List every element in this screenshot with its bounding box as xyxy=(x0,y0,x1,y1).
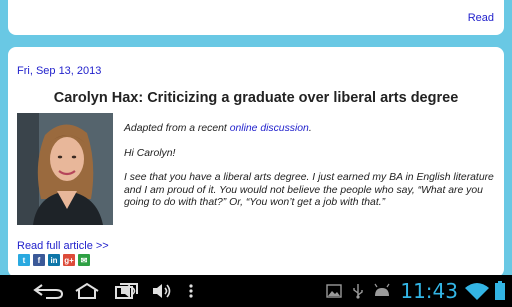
author-photo xyxy=(17,113,113,225)
volume-down-icon xyxy=(121,284,136,298)
article-excerpt: Adapted from a recent online discussion.… xyxy=(124,123,500,222)
intro-prefix: Adapted from a recent xyxy=(124,123,230,134)
read-link[interactable]: Read xyxy=(468,12,494,24)
online-discussion-link[interactable]: online discussion xyxy=(230,123,309,134)
intro-paragraph: Adapted from a recent online discussion. xyxy=(124,123,500,136)
back-icon xyxy=(33,284,64,299)
greeting: Hi Carolyn! xyxy=(124,147,176,159)
volume-up-button[interactable] xyxy=(150,282,174,305)
facebook-icon[interactable]: f xyxy=(33,254,45,266)
battery-icon xyxy=(495,281,505,300)
google-plus-icon[interactable]: g+ xyxy=(63,254,75,266)
volume-up-icon xyxy=(153,284,171,298)
status-area[interactable]: 11:43 xyxy=(326,275,506,307)
intro-suffix: . xyxy=(308,123,312,134)
status-clock: 11:43 xyxy=(400,279,458,303)
wifi-icon xyxy=(465,283,489,300)
system-navigation-bar: 11:43 xyxy=(0,275,512,307)
home-button[interactable] xyxy=(72,282,102,305)
gallery-notification-icon xyxy=(326,284,343,298)
menu-button[interactable] xyxy=(186,282,196,305)
previous-article-card: Read xyxy=(8,0,504,35)
article-card: Fri, Sep 13, 2013 Carolyn Hax: Criticizi… xyxy=(8,47,504,277)
article-date: Fri, Sep 13, 2013 xyxy=(17,65,102,77)
article-headline[interactable]: Carolyn Hax: Criticizing a graduate over… xyxy=(8,90,504,106)
linkedin-icon[interactable]: in xyxy=(48,254,60,266)
home-icon xyxy=(75,282,99,299)
email-icon[interactable]: ✉ xyxy=(78,254,90,266)
android-debug-icon xyxy=(374,283,390,296)
share-bar: t f in g+ ✉ xyxy=(18,254,90,266)
volume-down-visual[interactable] xyxy=(118,282,140,305)
body-paragraph: I see that you have a liberal arts degre… xyxy=(124,172,494,209)
usb-icon xyxy=(353,284,364,299)
twitter-icon[interactable]: t xyxy=(18,254,30,266)
overflow-menu-icon xyxy=(189,284,193,298)
read-full-article-link[interactable]: Read full article >> xyxy=(17,240,109,252)
back-button[interactable] xyxy=(32,282,66,305)
